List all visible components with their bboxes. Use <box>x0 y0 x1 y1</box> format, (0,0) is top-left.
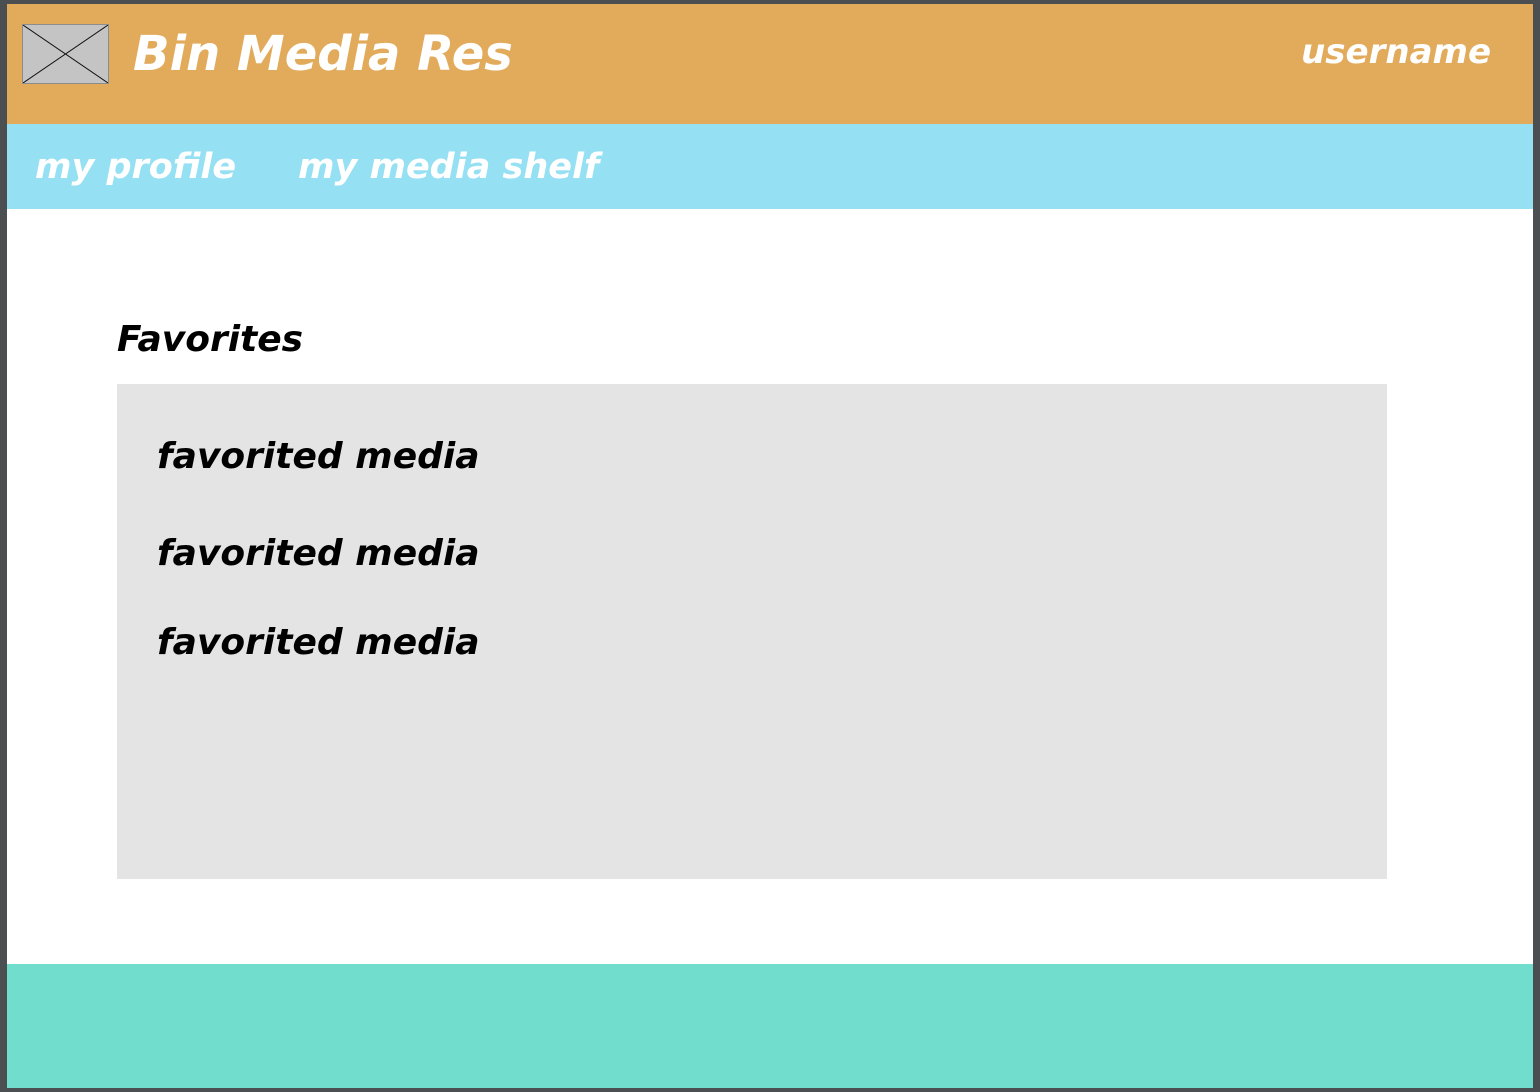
footer-bar <box>7 964 1533 1088</box>
favorite-item[interactable]: favorited media <box>157 620 480 666</box>
username-link[interactable]: username <box>1301 30 1491 74</box>
favorites-heading: Favorites <box>117 319 304 360</box>
nav-item-my-profile[interactable]: my profile <box>35 144 236 190</box>
nav-item-my-media-shelf[interactable]: my media shelf <box>298 144 599 190</box>
page-frame: Bin Media Res username my profile my med… <box>7 4 1533 1088</box>
logo-placeholder-icon[interactable] <box>22 24 109 84</box>
favorites-panel: favorited media favorited media favorite… <box>117 384 1387 879</box>
nav-bar: my profile my media shelf <box>7 124 1533 209</box>
site-title[interactable]: Bin Media Res <box>133 24 513 84</box>
favorite-item[interactable]: favorited media <box>157 531 480 577</box>
favorite-item[interactable]: favorited media <box>157 434 480 480</box>
header-bar: Bin Media Res username <box>7 4 1533 124</box>
